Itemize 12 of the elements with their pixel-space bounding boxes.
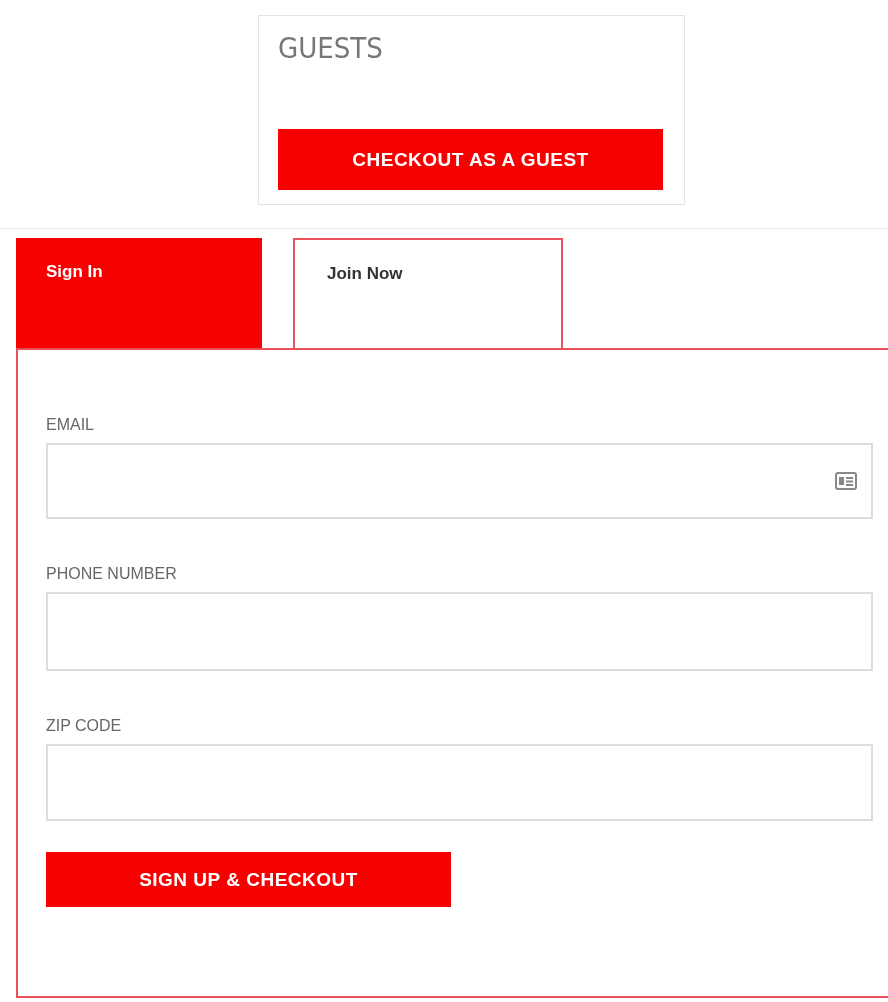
input-field[interactable]	[46, 592, 873, 671]
contact-card-icon	[835, 472, 857, 490]
tab[interactable]: Sign In	[16, 238, 262, 348]
guests-heading: GUESTS	[278, 34, 383, 63]
checkout-as-guest-button[interactable]: CHECKOUT AS A GUEST	[278, 129, 663, 190]
input-field[interactable]	[46, 744, 873, 821]
field-label: ZIP CODE	[46, 717, 122, 735]
field-label: EMAIL	[46, 416, 94, 434]
sign-up-checkout-button[interactable]: SIGN UP & CHECKOUT	[46, 852, 451, 907]
tab[interactable]: Join Now	[293, 238, 563, 348]
input-field[interactable]	[46, 443, 873, 519]
field-label: PHONE NUMBER	[46, 565, 177, 583]
